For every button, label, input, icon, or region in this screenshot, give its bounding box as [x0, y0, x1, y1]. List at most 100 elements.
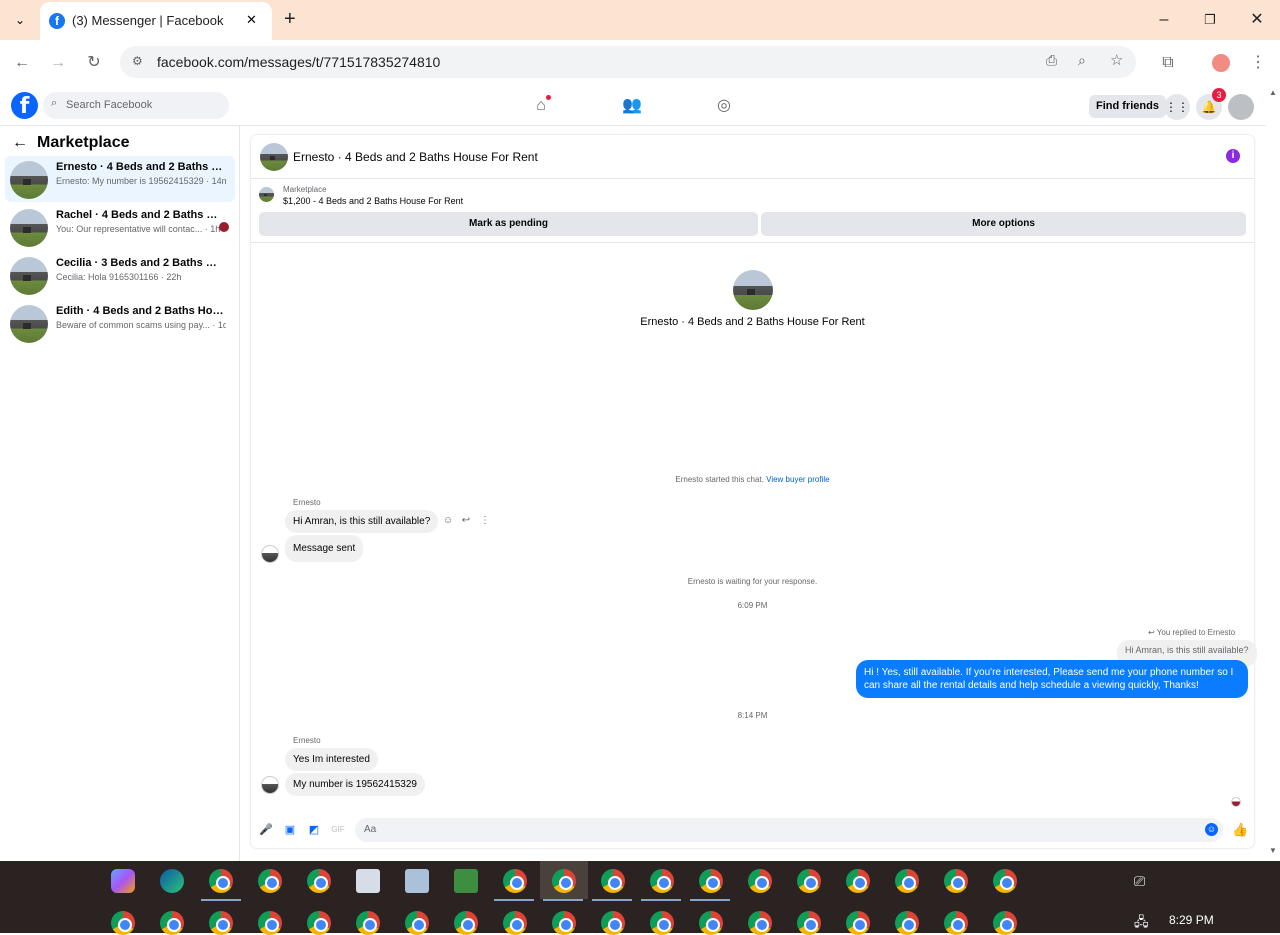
- chrome-icon[interactable]: [209, 869, 233, 893]
- chrome-icon[interactable]: [454, 911, 478, 935]
- message-bubble[interactable]: Hi Amran, is this still available?: [285, 510, 439, 533]
- chrome-icon[interactable]: [846, 869, 870, 893]
- forward-icon[interactable]: →: [46, 51, 70, 75]
- emoji-icon[interactable]: ☺: [1205, 823, 1218, 836]
- message-bubble[interactable]: Message sent: [285, 535, 364, 562]
- meet-now-icon[interactable]: ⎚: [1134, 873, 1145, 890]
- chrome-icon[interactable]: [895, 869, 919, 893]
- url-text[interactable]: facebook.com/messages/t/771517835274810: [157, 54, 440, 70]
- chrome-icon[interactable]: [993, 911, 1017, 935]
- chrome-icon[interactable]: [650, 911, 674, 935]
- sticker-icon[interactable]: ◩: [307, 823, 321, 837]
- conversation-item[interactable]: Cecilia · 3 Beds and 2 Baths House For R…: [5, 252, 235, 298]
- chrome-icon[interactable]: [699, 911, 723, 935]
- more-options-button[interactable]: More options: [761, 212, 1246, 236]
- site-info-icon[interactable]: ⚙: [132, 54, 143, 68]
- chrome-icon[interactable]: [503, 869, 527, 893]
- info-icon[interactable]: i: [1226, 149, 1240, 163]
- zoom-icon[interactable]: ⌕: [1078, 52, 1086, 69]
- message-bubble[interactable]: Yes Im interested: [285, 748, 378, 771]
- chrome-icon[interactable]: [846, 911, 870, 935]
- conversation-item[interactable]: Edith · 4 Beds and 2 Baths House For Ren…: [5, 300, 235, 346]
- chat-title[interactable]: Ernesto · 4 Beds and 2 Baths House For R…: [293, 150, 538, 164]
- sender-avatar[interactable]: [261, 545, 279, 563]
- chrome-menu-icon[interactable]: ⋮: [1246, 51, 1270, 75]
- chrome-icon[interactable]: [160, 911, 184, 935]
- conversation-item[interactable]: Rachel · 4 Beds and 2 Baths House For Re…: [5, 204, 235, 250]
- chrome-icon[interactable]: [699, 869, 723, 893]
- restore-button[interactable]: ❐: [1198, 8, 1222, 32]
- menu-grid-icon[interactable]: ⋮⋮: [1164, 94, 1190, 120]
- app-icon[interactable]: [356, 869, 380, 893]
- copilot-icon[interactable]: [111, 869, 135, 893]
- chrome-icon[interactable]: [944, 869, 968, 893]
- edge-icon[interactable]: [160, 869, 184, 893]
- bookmark-star-icon[interactable]: ☆: [1110, 51, 1123, 69]
- install-app-icon[interactable]: ⎙: [1046, 52, 1057, 69]
- address-bar[interactable]: ⚙ facebook.com/messages/t/77151783527481…: [120, 46, 1136, 78]
- app-icon[interactable]: [454, 869, 478, 893]
- chrome-icon[interactable]: [307, 911, 331, 935]
- mark-as-pending-button[interactable]: Mark as pending: [259, 212, 758, 236]
- photo-icon[interactable]: ▣: [283, 823, 297, 837]
- tab-search-icon[interactable]: ⌄: [10, 10, 30, 30]
- gif-icon[interactable]: GIF: [331, 823, 345, 837]
- intro-avatar[interactable]: [733, 270, 773, 310]
- groups-icon[interactable]: ◎: [713, 95, 735, 117]
- chrome-icon[interactable]: [356, 911, 380, 935]
- search-input[interactable]: ⌕ Search Facebook: [43, 92, 229, 119]
- chrome-icon[interactable]: [601, 911, 625, 935]
- close-window-button[interactable]: ✕: [1245, 8, 1269, 32]
- network-icon[interactable]: 🖧: [1134, 913, 1149, 935]
- scroll-down-icon[interactable]: ▼: [1269, 846, 1277, 855]
- facebook-logo-icon[interactable]: f: [11, 92, 38, 119]
- reply-icon[interactable]: ↩: [460, 515, 472, 527]
- page-scrollbar[interactable]: ▲ ▼: [1266, 86, 1280, 861]
- listing-thumbnail[interactable]: [259, 187, 274, 202]
- more-actions-icon[interactable]: ⋮: [479, 515, 491, 527]
- chrome-icon[interactable]: [601, 869, 625, 893]
- close-tab-icon[interactable]: ✕: [246, 12, 257, 28]
- chrome-icon[interactable]: [258, 911, 282, 935]
- chrome-icon[interactable]: [895, 911, 919, 935]
- profile-avatar-icon[interactable]: [1212, 54, 1230, 72]
- new-tab-button[interactable]: +: [284, 8, 296, 31]
- chrome-icon[interactable]: [650, 869, 674, 893]
- chrome-icon[interactable]: [552, 911, 576, 935]
- chrome-icon[interactable]: [993, 869, 1017, 893]
- conversation-item[interactable]: Ernesto · 4 Beds and 2 Baths House For R…: [5, 156, 235, 202]
- find-friends-button[interactable]: Find friends: [1089, 95, 1166, 118]
- chrome-icon[interactable]: [552, 869, 576, 893]
- extensions-icon[interactable]: ⧉: [1156, 51, 1180, 75]
- chrome-icon[interactable]: [748, 869, 772, 893]
- account-avatar-icon[interactable]: [1228, 94, 1254, 120]
- minimize-button[interactable]: –: [1152, 8, 1176, 32]
- taskbar-clock[interactable]: 8:29 PM: [1169, 913, 1214, 927]
- sender-avatar[interactable]: [261, 776, 279, 794]
- message-input[interactable]: Aa ☺: [355, 818, 1223, 842]
- my-message-bubble[interactable]: Hi ! Yes, still available. If you're int…: [856, 660, 1248, 698]
- microphone-icon[interactable]: 🎤: [259, 823, 273, 837]
- chrome-icon[interactable]: [748, 911, 772, 935]
- back-icon[interactable]: ←: [10, 51, 34, 75]
- chrome-icon[interactable]: [405, 911, 429, 935]
- browser-tab-messenger[interactable]: f (3) Messenger | Facebook ✕: [40, 2, 272, 40]
- chrome-icon[interactable]: [797, 911, 821, 935]
- back-arrow-icon[interactable]: ←: [12, 134, 28, 152]
- chrome-icon[interactable]: [944, 911, 968, 935]
- listing-price[interactable]: $1,200 - 4 Beds and 2 Baths House For Re…: [283, 196, 463, 206]
- chrome-icon[interactable]: [307, 869, 331, 893]
- chrome-icon[interactable]: [503, 911, 527, 935]
- like-icon[interactable]: 👍: [1232, 823, 1248, 837]
- reload-icon[interactable]: ↻: [82, 51, 106, 75]
- chrome-icon[interactable]: [258, 869, 282, 893]
- chat-thumbnail[interactable]: [260, 143, 288, 171]
- view-buyer-profile-link[interactable]: View buyer profile: [766, 475, 829, 484]
- chrome-icon[interactable]: [111, 911, 135, 935]
- chrome-icon[interactable]: [209, 911, 233, 935]
- app-icon[interactable]: [405, 869, 429, 893]
- message-bubble[interactable]: My number is 19562415329: [285, 773, 425, 796]
- friends-icon[interactable]: 👥: [621, 95, 643, 117]
- scroll-up-icon[interactable]: ▲: [1269, 88, 1277, 97]
- chrome-icon[interactable]: [797, 869, 821, 893]
